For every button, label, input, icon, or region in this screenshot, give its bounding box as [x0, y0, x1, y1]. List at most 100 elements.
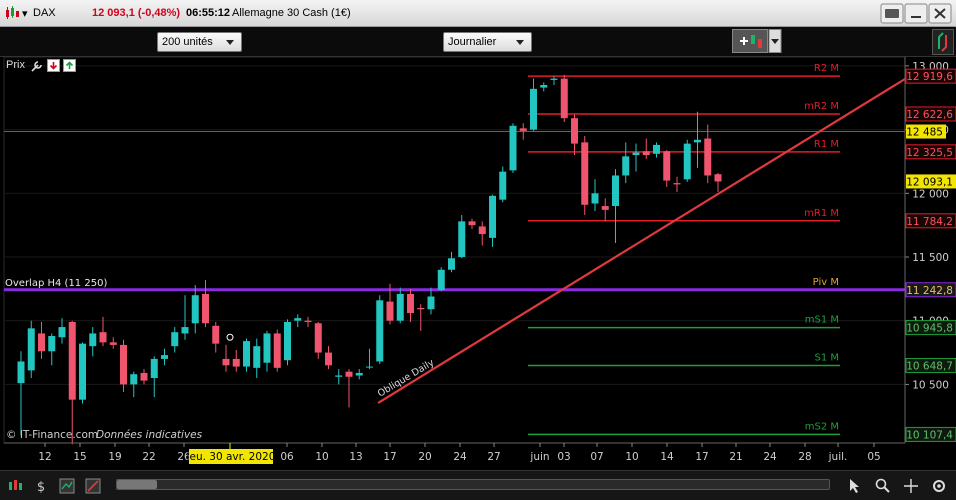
period-dropdown[interactable]: Journalier — [443, 32, 532, 52]
level-value: 10 648,7 — [906, 360, 953, 372]
pivot-name-label: S1 M — [814, 352, 839, 363]
units-dropdown[interactable]: 200 unités — [157, 32, 242, 52]
toolbar: 200 unités Journalier — [0, 27, 956, 57]
window-controls — [880, 3, 952, 24]
candle-body — [386, 301, 394, 321]
candle-body — [263, 333, 271, 363]
candle-body — [478, 226, 486, 235]
x-tick-label: 21 — [729, 451, 742, 463]
candle-body — [458, 221, 466, 258]
candle-body — [202, 293, 209, 324]
x-tick-label: 12 — [38, 451, 51, 463]
candle-body — [437, 269, 445, 291]
candle-body — [632, 152, 640, 156]
candle-body — [663, 151, 671, 181]
remove-indicator-icon[interactable] — [47, 59, 60, 72]
add-indicator-icon[interactable] — [63, 59, 76, 72]
time-scrollbar[interactable] — [116, 479, 830, 490]
candlestick-app-icon — [6, 6, 19, 19]
candle-body — [714, 174, 722, 182]
candle-body — [489, 195, 496, 238]
candle-body — [140, 372, 148, 381]
candle-body — [17, 361, 25, 384]
drawing-icon[interactable] — [84, 477, 102, 495]
x-tick-label: 27 — [487, 451, 500, 463]
candle-body — [581, 142, 589, 205]
units-value: 200 unités — [162, 36, 213, 48]
close-icon[interactable] — [928, 3, 952, 24]
candle-body — [345, 371, 353, 377]
crosshair-icon[interactable] — [902, 477, 920, 495]
candle-body — [325, 352, 332, 366]
candle-body — [335, 375, 343, 377]
x-tick-label: 22 — [142, 451, 155, 463]
candle-body — [519, 128, 527, 131]
x-tick-label: juin — [529, 451, 549, 463]
candle-body — [550, 78, 558, 80]
candle-body — [591, 193, 599, 204]
chevron-down-icon[interactable]: ▾ — [22, 7, 28, 20]
candle-body — [314, 323, 322, 353]
x-tick-label: 03 — [557, 451, 570, 463]
period-value: Journalier — [448, 36, 497, 48]
candle-body — [468, 221, 476, 226]
chevron-down-icon — [516, 40, 524, 45]
clock-time: 06:55:12 — [186, 7, 231, 19]
candle-body — [694, 139, 701, 143]
price-chart[interactable]: R2 M mR2 M R1 M mR1 M Piv M mS1 M S1 M mS2 M Ob… — [0, 57, 956, 467]
candle-body — [222, 358, 230, 366]
candle-body — [499, 171, 507, 200]
cursor-marker — [226, 333, 234, 341]
pivot-name-label: R2 M — [814, 63, 839, 74]
pivot-name-label: mR1 M — [804, 208, 839, 219]
candle-body — [284, 321, 291, 361]
price-change: 12 093,1 (-0,48%) — [92, 7, 181, 19]
candle-body — [560, 78, 568, 119]
side-tools-icon[interactable] — [932, 29, 954, 55]
candle-body — [417, 307, 425, 310]
pivot-name-label: mS2 M — [805, 421, 839, 432]
candle-body — [48, 335, 56, 352]
cursor-icon[interactable] — [846, 477, 864, 495]
y-tick-label: 12 000 — [912, 188, 949, 200]
trend-line-label: Oblique Daily — [376, 357, 437, 399]
chart-type-icon[interactable] — [6, 477, 24, 495]
candle-body — [642, 151, 650, 156]
candle-body — [396, 293, 404, 321]
plot-frame — [3, 57, 906, 444]
candle-body — [294, 318, 302, 321]
candle-body — [376, 300, 384, 362]
date-tooltip: jeu. 30 avr. 2020 — [186, 451, 276, 463]
level-value: 12 919,6 — [906, 71, 953, 83]
candle-body — [38, 333, 45, 352]
level-value: 11 784,2 — [906, 216, 953, 228]
candle-body — [509, 125, 517, 171]
candle-body — [89, 333, 97, 347]
x-tick-label: 13 — [349, 451, 362, 463]
candle-body — [304, 320, 312, 322]
zoom-icon[interactable] — [874, 477, 892, 495]
x-tick-label: 05 — [867, 451, 880, 463]
level-value: 10 107,4 — [906, 429, 953, 441]
wrench-icon[interactable] — [30, 59, 44, 73]
scroll-thumb[interactable] — [117, 480, 157, 489]
x-tick-label: 17 — [695, 451, 708, 463]
chart-tools-button[interactable] — [732, 29, 782, 53]
dollar-icon[interactable]: $ — [32, 477, 50, 495]
candle-body — [273, 333, 281, 368]
disclaimer: Données indicatives — [96, 429, 203, 441]
candle-body — [530, 88, 537, 130]
symbol-name: DAX — [33, 7, 56, 19]
x-tick-label: 24 — [763, 451, 777, 463]
candle-body — [27, 328, 35, 371]
candle-body — [673, 183, 681, 185]
settings-icon[interactable] — [930, 477, 948, 495]
candle-body — [622, 156, 630, 176]
pivot-name-label: R1 M — [814, 139, 839, 150]
keyboard-icon[interactable] — [880, 3, 904, 24]
indicators-icon[interactable] — [58, 477, 76, 495]
candle-body — [232, 358, 240, 367]
minimize-icon[interactable] — [904, 3, 928, 24]
x-tick-label: 17 — [383, 451, 396, 463]
candle-body — [427, 296, 435, 310]
